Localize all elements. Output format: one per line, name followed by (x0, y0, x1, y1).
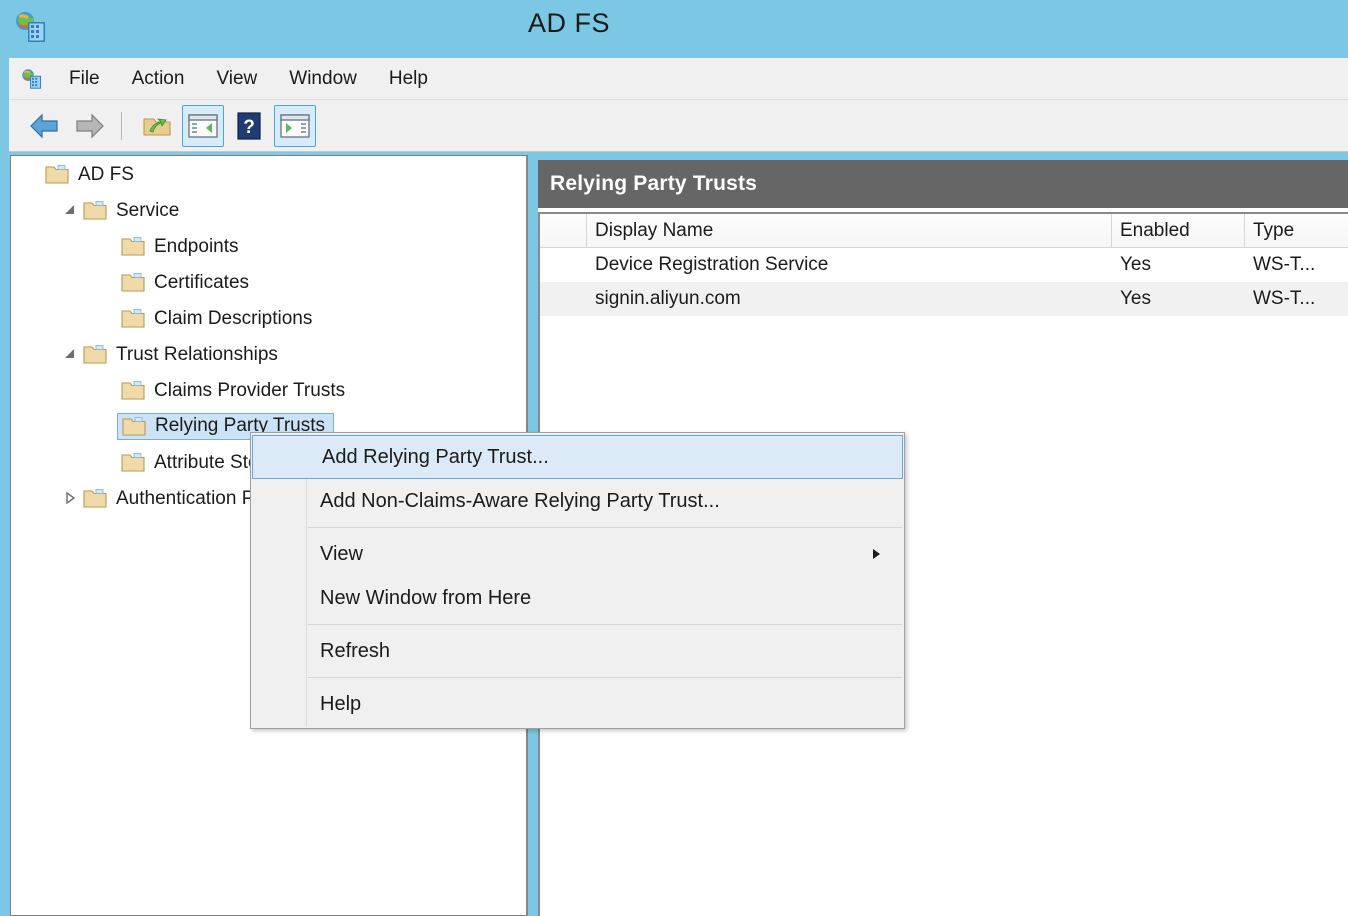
tree-node-claim-descriptions[interactable]: Claim Descriptions (11, 300, 526, 336)
context-menu-separator (308, 624, 902, 625)
show-hide-action-pane-button[interactable] (274, 104, 316, 147)
tree-node-certificates[interactable]: Certificates (11, 264, 526, 300)
title-bar[interactable]: AD FS (0, 0, 1348, 55)
show-hide-tree-button[interactable] (182, 104, 224, 147)
expander-placeholder (97, 271, 119, 293)
folder-icon (83, 488, 107, 508)
list-column-header[interactable]: Display Name (587, 214, 1112, 248)
window-title: AD FS (527, 8, 610, 38)
list-body: Device Registration Service Yes WS-T... sig… (540, 248, 1348, 316)
ctx-view[interactable]: View (251, 532, 904, 576)
tree-node-service[interactable]: Service (11, 192, 526, 228)
ctx-refresh[interactable]: Refresh (251, 629, 904, 673)
expander-placeholder (97, 379, 119, 401)
help-button[interactable]: ? (228, 105, 270, 147)
tree-node-content: Service (83, 200, 179, 220)
toolbar-separator (121, 111, 122, 140)
up-one-level-button[interactable] (136, 105, 178, 147)
list-header-row: Display Name Enabled Type (540, 214, 1348, 248)
ctx-new-window-from-here[interactable]: New Window from Here (251, 576, 904, 620)
tree-node-content: AD FS (45, 164, 134, 184)
tree-node-label: AD FS (78, 163, 134, 185)
folder-icon (121, 380, 145, 400)
tree-node-ad-fs[interactable]: AD FS (11, 156, 526, 192)
context-menu-item-label: View (320, 542, 363, 565)
chevron-right-icon[interactable] (59, 487, 81, 509)
tree-node-content: Endpoints (121, 236, 239, 256)
list-column-header[interactable]: Enabled (1112, 214, 1245, 248)
table-row[interactable]: signin.aliyun.com Yes WS-T... (540, 282, 1348, 316)
expander-placeholder (97, 307, 119, 329)
submenu-arrow-icon (873, 549, 880, 559)
context-menu-item-label: Add Non-Claims-Aware Relying Party Trust… (320, 489, 720, 512)
folder-icon (121, 236, 145, 256)
list-column-header[interactable]: Type (1245, 214, 1348, 248)
context-menu[interactable]: Add Relying Party Trust... Add Non-Claims… (250, 432, 905, 729)
expander-placeholder (97, 451, 119, 473)
tree-node-label: Trust Relationships (116, 343, 278, 365)
menu-help[interactable]: Help (375, 65, 442, 93)
menu-window[interactable]: Window (275, 65, 371, 93)
context-menu-item-label: Help (320, 692, 362, 715)
expander-placeholder (21, 163, 43, 185)
tree-node-content: Trust Relationships (83, 344, 278, 364)
mmc-window: AD FS File Action View Window Help ? AD … (0, 0, 1348, 916)
ctx-add-relying-party-trust[interactable]: Add Relying Party Trust... (252, 435, 903, 479)
tree-node-content: Claims Provider Trusts (121, 380, 345, 400)
list-column-header[interactable] (540, 214, 587, 248)
tree-node-content: Claim Descriptions (121, 308, 312, 328)
context-menu-item-label: Refresh (320, 639, 391, 662)
cell-display-name: Device Registration Service (595, 254, 829, 275)
folder-icon (121, 452, 145, 472)
folder-icon (83, 200, 107, 220)
mmc-console-icon (21, 68, 43, 90)
expander-placeholder (97, 415, 119, 437)
tree-node-label: Claims Provider Trusts (154, 379, 346, 401)
expander-placeholder (97, 235, 119, 257)
tree-node-claims-provider-trusts[interactable]: Claims Provider Trusts (11, 372, 526, 408)
menu-bar: File Action View Window Help (9, 58, 1348, 100)
menu-view[interactable]: View (202, 65, 271, 93)
context-menu-items: Add Relying Party Trust... Add Non-Claims… (251, 435, 904, 726)
cell-type: WS-T... (1253, 288, 1316, 309)
cell-enabled: Yes (1120, 288, 1151, 309)
context-menu-separator (308, 677, 902, 678)
tree-node-content: Certificates (121, 272, 249, 292)
back-button[interactable] (23, 105, 65, 147)
svg-text:?: ? (243, 117, 255, 138)
forward-button[interactable] (69, 105, 111, 147)
results-pane-title: Relying Party Trusts (550, 172, 758, 195)
tree-node-endpoints[interactable]: Endpoints (11, 228, 526, 264)
ctx-help[interactable]: Help (251, 682, 904, 726)
chevron-down-icon[interactable] (59, 199, 81, 221)
tree-node-trust-relationships[interactable]: Trust Relationships (11, 336, 526, 372)
cell-display-name: signin.aliyun.com (595, 288, 741, 309)
tree-node-label: Claim Descriptions (154, 307, 313, 329)
tree-node-label: Service (116, 199, 180, 221)
context-menu-separator (308, 527, 902, 528)
ctx-add-non-claims-aware-relying-party-trust[interactable]: Add Non-Claims-Aware Relying Party Trust… (251, 479, 904, 523)
folder-icon (121, 272, 145, 292)
cell-type: WS-T... (1253, 254, 1316, 275)
folder-icon (83, 344, 107, 364)
toolbar: ? (9, 100, 1348, 152)
chevron-down-icon[interactable] (59, 343, 81, 365)
context-menu-item-label: New Window from Here (320, 586, 532, 609)
tree-node-label: Certificates (154, 271, 250, 293)
tree-node-label: Endpoints (154, 235, 239, 257)
menu-file[interactable]: File (55, 65, 114, 93)
cell-enabled: Yes (1120, 254, 1151, 275)
results-pane-header: Relying Party Trusts (538, 160, 1348, 208)
context-menu-item-label: Add Relying Party Trust... (322, 445, 549, 468)
table-row[interactable]: Device Registration Service Yes WS-T... (540, 248, 1348, 282)
folder-icon (121, 308, 145, 328)
folder-icon (45, 164, 69, 184)
folder-icon (122, 416, 146, 436)
menu-action[interactable]: Action (118, 65, 199, 93)
